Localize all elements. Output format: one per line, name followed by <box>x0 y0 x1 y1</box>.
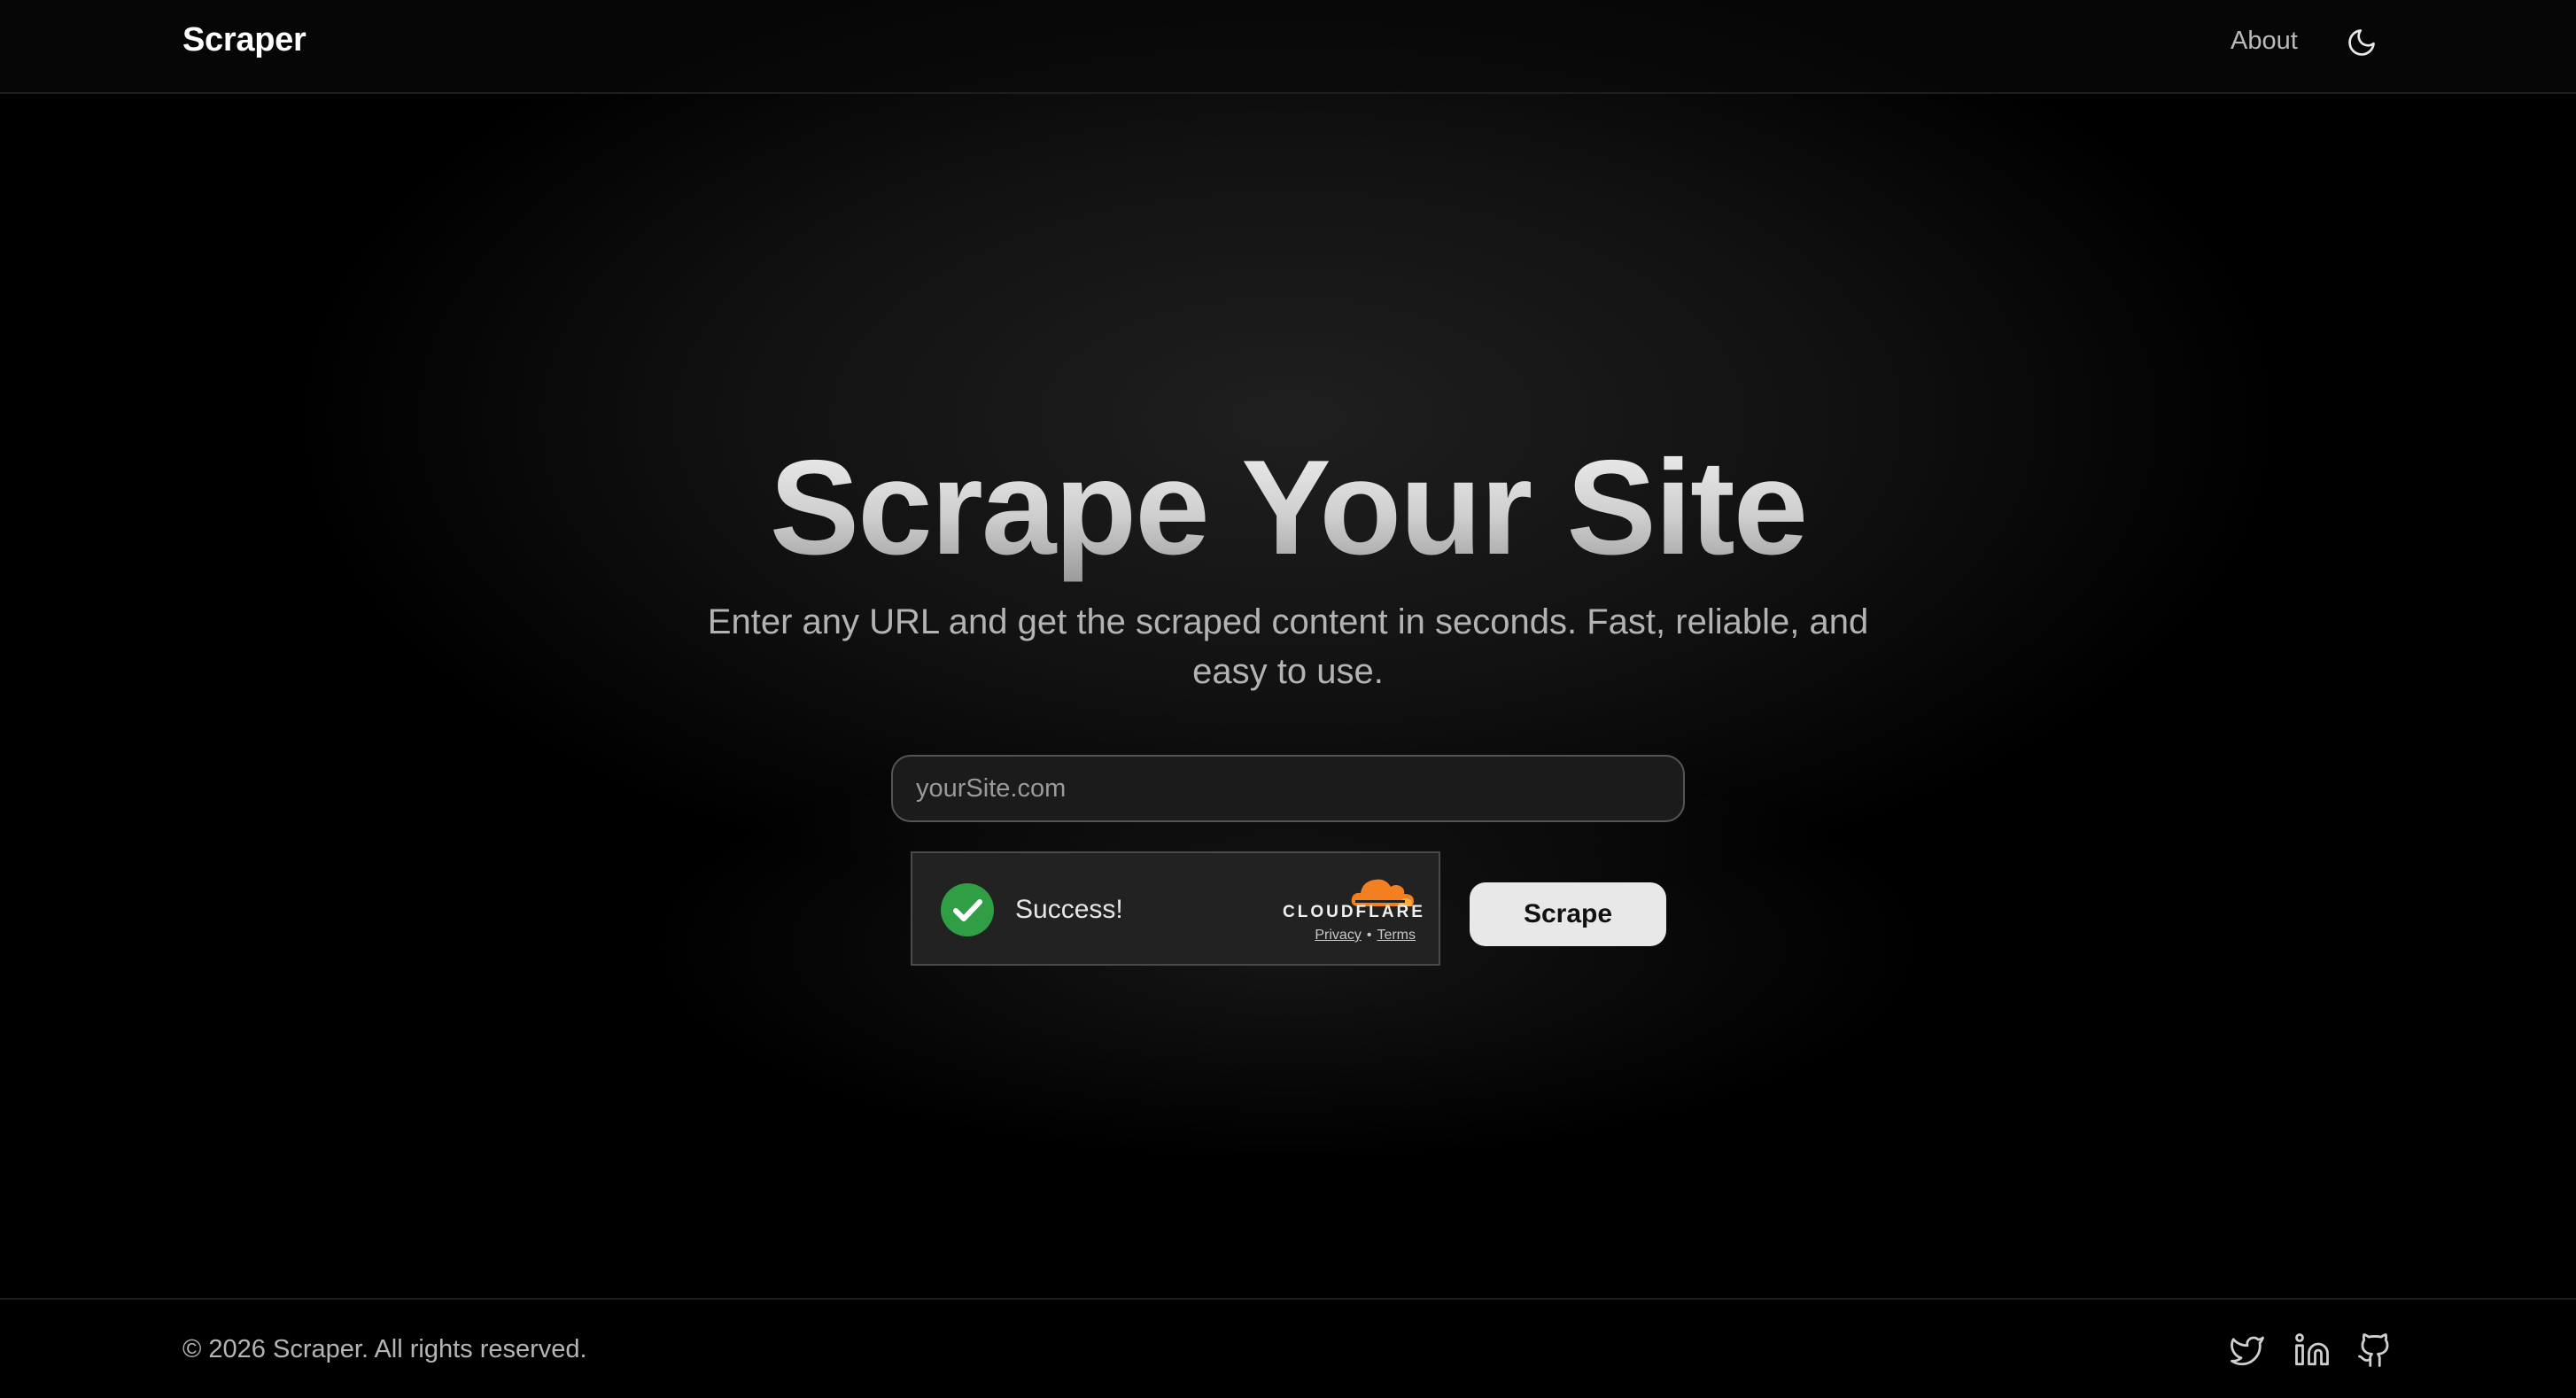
top-navbar: Scraper About <box>0 0 2576 94</box>
terms-link[interactable]: Terms <box>1377 928 1416 943</box>
twitter-icon[interactable] <box>2229 1332 2266 1369</box>
nav-about-link[interactable]: About <box>2231 27 2298 56</box>
linkedin-icon[interactable] <box>2293 1332 2331 1369</box>
links-separator: • <box>1366 928 1372 943</box>
scrape-button[interactable]: Scrape <box>1470 882 1666 946</box>
moon-icon <box>2348 29 2375 56</box>
hero-subtitle: Enter any URL and get the scraped conten… <box>707 602 1869 691</box>
privacy-link[interactable]: Privacy <box>1315 928 1361 943</box>
turnstile-status-text: Success! <box>1015 895 1123 924</box>
turnstile-links: Privacy • Terms <box>1267 928 1416 944</box>
footer: © 2026 Scraper. All rights reserved. <box>0 1298 2576 1398</box>
cloudflare-wordmark: CLOUDFLARE <box>1283 903 1425 921</box>
github-icon[interactable] <box>2356 1332 2394 1369</box>
copyright-text: © 2026 Scraper. All rights reserved. <box>182 1335 587 1363</box>
cloudflare-turnstile-widget[interactable]: Success! CLOUDFLARE Privacy • Terms <box>911 851 1440 966</box>
theme-toggle-button[interactable] <box>2346 27 2378 58</box>
hero-title: Scrape Your Site <box>0 432 2576 583</box>
brand-logo[interactable]: Scraper <box>182 21 306 59</box>
success-check-icon <box>941 883 994 936</box>
page: Scraper About Scrape Your Site Enter any… <box>0 0 2576 1398</box>
url-input[interactable] <box>891 755 1685 822</box>
